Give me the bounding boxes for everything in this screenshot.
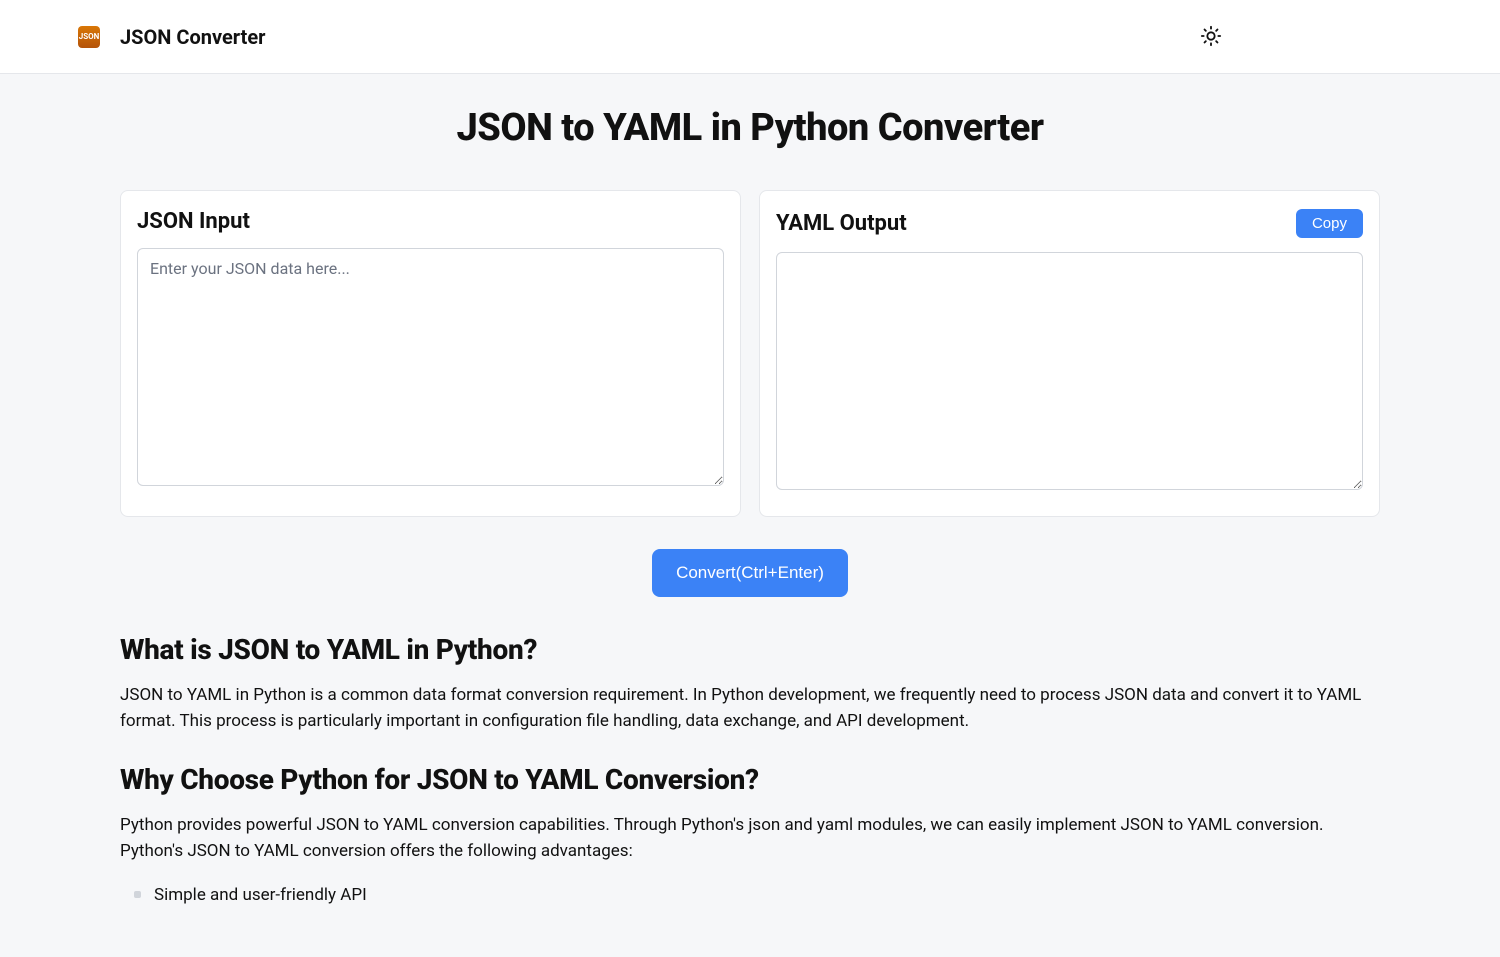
list-item: Simple and user-friendly API [154, 882, 1380, 908]
app-title: JSON Converter [120, 25, 265, 49]
sun-icon [1200, 25, 1222, 47]
app-logo-text: JSON [79, 32, 100, 41]
main-content: JSON to YAML in Python Converter JSON In… [0, 74, 1500, 957]
page-title: JSON to YAML in Python Converter [120, 106, 1380, 150]
json-input-textarea[interactable] [137, 248, 724, 486]
section-body-what: JSON to YAML in Python is a common data … [120, 682, 1380, 735]
app-logo: JSON [78, 26, 100, 48]
convert-row: Convert(Ctrl+Enter) [120, 549, 1380, 597]
yaml-output-title: YAML Output [776, 211, 907, 236]
brand: JSON JSON Converter [78, 25, 265, 49]
yaml-output-panel: YAML Output Copy [759, 190, 1380, 517]
article-content: What is JSON to YAML in Python? JSON to … [120, 633, 1380, 909]
converter-panels: JSON Input YAML Output Copy [120, 190, 1380, 517]
section-heading-what: What is JSON to YAML in Python? [120, 633, 1380, 666]
top-bar: JSON JSON Converter [0, 0, 1500, 74]
section-heading-why: Why Choose Python for JSON to YAML Conve… [120, 763, 1380, 796]
copy-button[interactable]: Copy [1296, 209, 1363, 238]
section-body-why: Python provides powerful JSON to YAML co… [120, 812, 1380, 865]
theme-toggle-button[interactable] [1200, 25, 1224, 49]
json-input-header: JSON Input [137, 209, 724, 234]
convert-button[interactable]: Convert(Ctrl+Enter) [652, 549, 848, 597]
yaml-output-textarea[interactable] [776, 252, 1363, 490]
yaml-output-header: YAML Output Copy [776, 209, 1363, 238]
why-bullet-list: Simple and user-friendly API [120, 882, 1380, 908]
json-input-title: JSON Input [137, 209, 250, 234]
json-input-panel: JSON Input [120, 190, 741, 517]
